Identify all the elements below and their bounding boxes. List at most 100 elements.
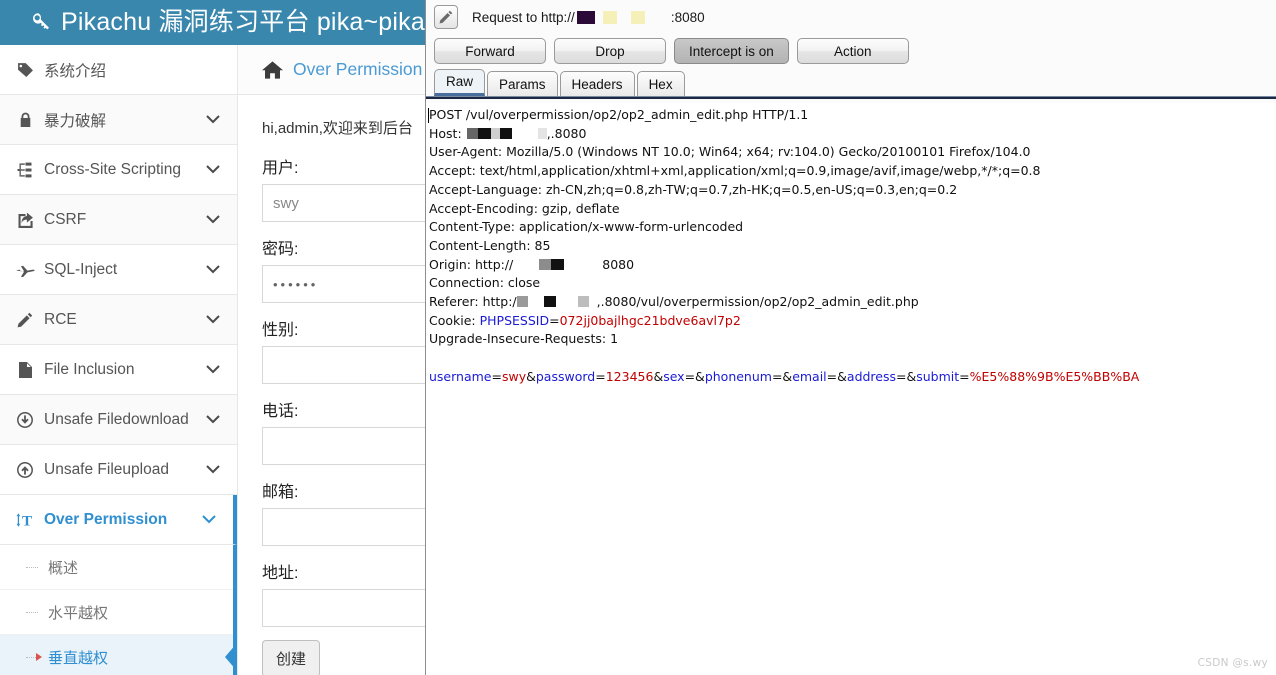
redaction-origin-2 <box>551 258 565 270</box>
text-caret <box>428 108 429 123</box>
sidebar-item-label: Unsafe Fileupload <box>44 460 169 478</box>
sidebar-item-xss[interactable]: Cross-Site Scripting <box>0 145 237 195</box>
header-content-type: Content-Type: application/x-www-form-url… <box>429 219 744 235</box>
file-icon <box>14 361 36 378</box>
forward-button[interactable]: Forward <box>434 38 546 64</box>
search-key-icon <box>28 10 54 36</box>
pencil-icon[interactable] <box>434 5 458 29</box>
chevron-down-icon[interactable] <box>205 313 221 326</box>
sidebar-item-csrf[interactable]: CSRF <box>0 195 237 245</box>
header-accept: Accept: text/html,application/xhtml+xml,… <box>429 163 1041 179</box>
body-token: 123456 <box>605 368 654 384</box>
chevron-down-icon[interactable] <box>205 113 221 126</box>
header-referer: Referer: http:/ ,.8080/vul/overpermission… <box>429 293 1276 312</box>
burp-suite-intercept-panel: Request to http:// :8080 Forward Drop In… <box>425 0 1276 675</box>
body-token: & <box>653 368 664 384</box>
chevron-down-icon[interactable] <box>205 463 221 476</box>
chevron-down-icon[interactable] <box>205 163 221 176</box>
upload-circle-icon <box>14 461 36 478</box>
intercept-toggle-button[interactable]: Intercept is on <box>674 38 789 64</box>
body-token: %E5%88%9B%E5%BB%BA <box>969 368 1140 384</box>
sidebar-item-over-permission[interactable]: T Over Permission <box>0 495 237 545</box>
sidebar-item-unsafe-fileupload[interactable]: Unsafe Fileupload <box>0 445 237 495</box>
request-body: username=swy&password=123456&sex=&phonen… <box>429 368 1276 387</box>
cookie-value: 072jj0bajlhgc21bdve6avl7p2 <box>559 312 741 328</box>
body-token: = <box>959 368 970 384</box>
header-host: Host: ,.8080 <box>429 125 1276 144</box>
plane-icon <box>14 263 36 277</box>
body-token: swy <box>501 368 527 384</box>
tab-raw[interactable]: Raw <box>434 69 486 96</box>
body-token: sex <box>663 368 685 384</box>
sidebar-item-sql-inject[interactable]: SQL-Inject <box>0 245 237 295</box>
burp-view-tabs: Raw Params Headers Hex <box>426 68 1276 96</box>
redaction-block-1 <box>576 10 595 24</box>
download-circle-icon <box>14 411 36 428</box>
sidebar-subitem-label: 水平越权 <box>48 604 109 622</box>
redaction-host-5 <box>537 127 547 139</box>
burp-title-row: Request to http:// :8080 <box>426 0 1276 34</box>
sidebar-item-label: SQL-Inject <box>44 260 118 278</box>
sidebar-subitem-overview[interactable]: 概述 <box>0 545 233 590</box>
body-token: = <box>491 368 502 384</box>
tab-hex[interactable]: Hex <box>636 71 685 96</box>
body-token: =& <box>771 368 793 384</box>
body-token: address <box>846 368 897 384</box>
redaction-host-3 <box>490 127 500 139</box>
burp-tab-separator <box>426 96 1276 99</box>
sidebar: 系统介绍 暴力破解 Cross-Site Scripting CSRF SQL-… <box>0 45 238 675</box>
header-referer-name: Referer: http:/ <box>429 294 517 310</box>
sitemap-icon <box>14 162 36 178</box>
header-referer-suffix: ,.8080/vul/overpermission/op2/op2_admin_… <box>596 294 919 310</box>
header-accept-language: Accept-Language: zh-CN,zh;q=0.8,zh-TW;q=… <box>429 181 958 197</box>
header-user-agent: User-Agent: Mozilla/5.0 (Windows NT 10.0… <box>429 144 1031 160</box>
sidebar-item-file-inclusion[interactable]: File Inclusion <box>0 345 237 395</box>
redaction-host-1 <box>466 127 478 139</box>
home-icon <box>262 60 283 79</box>
raw-request-editor[interactable]: POST /vul/overpermission/op2/op2_admin_e… <box>426 103 1276 675</box>
sidebar-item-unsafe-filedownload[interactable]: Unsafe Filedownload <box>0 395 237 445</box>
body-token: submit <box>916 368 960 384</box>
pencil-icon <box>14 312 36 328</box>
sidebar-item-rce[interactable]: RCE <box>0 295 237 345</box>
redaction-referer-1 <box>516 296 528 308</box>
chevron-down-icon[interactable] <box>205 213 221 226</box>
sidebar-subitem-vertical[interactable]: 垂直越权 <box>0 635 233 675</box>
tag-icon <box>14 61 36 78</box>
tab-params[interactable]: Params <box>487 71 558 96</box>
cookie-equals: = <box>549 312 560 328</box>
tab-headers[interactable]: Headers <box>559 71 635 96</box>
header-cookie: Cookie: PHPSESSID=072jj0bajlhgc21bdve6av… <box>429 312 1276 331</box>
sidebar-item-label: Unsafe Filedownload <box>44 410 189 428</box>
header-origin-name: Origin: http:// <box>429 256 514 272</box>
chevron-down-icon[interactable] <box>201 513 217 526</box>
cookie-label: Cookie: <box>429 312 480 328</box>
share-square-icon <box>14 212 36 228</box>
body-token: password <box>535 368 596 384</box>
body-token: & <box>526 368 536 384</box>
sidebar-item-brute-force[interactable]: 暴力破解 <box>0 95 237 145</box>
redaction-block-3 <box>630 10 645 24</box>
cookie-key: PHPSESSID <box>479 312 550 328</box>
chevron-down-icon[interactable] <box>205 413 221 426</box>
active-marker-icon <box>36 653 42 661</box>
redaction-host-4 <box>499 127 512 139</box>
action-button[interactable]: Action <box>796 38 909 64</box>
sidebar-submenu: 概述 水平越权 垂直越权 <box>0 545 237 675</box>
burp-request-title: Request to http:// :8080 <box>472 10 705 25</box>
page-title: Pikachu 漏洞练习平台 pika~pika <box>61 8 425 36</box>
create-button[interactable]: 创建 <box>262 640 321 675</box>
burp-action-buttons: Forward Drop Intercept is on Action <box>426 34 1276 68</box>
header-origin: Origin: http:// 8080 <box>429 256 1276 275</box>
sidebar-subitem-horizontal[interactable]: 水平越权 <box>0 590 233 635</box>
svg-text:T: T <box>22 513 32 527</box>
chevron-down-icon[interactable] <box>205 263 221 276</box>
redaction-referer-2 <box>543 296 556 308</box>
sidebar-item-label: Cross-Site Scripting <box>44 160 181 178</box>
header-host-suffix: ,.8080 <box>546 125 587 141</box>
body-token: phonenum <box>704 368 772 384</box>
sidebar-item-system-intro[interactable]: 系统介绍 <box>0 45 237 95</box>
drop-button[interactable]: Drop <box>554 38 666 64</box>
screen-root: Pikachu 漏洞练习平台 pika~pika 系统介绍 暴力破解 Cross… <box>0 0 1276 675</box>
chevron-down-icon[interactable] <box>205 363 221 376</box>
